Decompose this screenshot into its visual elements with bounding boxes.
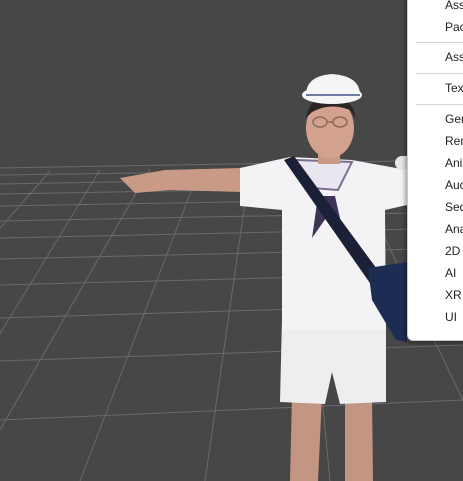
menu-item-10[interactable]: Ana	[408, 218, 463, 240]
menu-item-14[interactable]: UI	[408, 306, 463, 328]
menu-item-12[interactable]: AI	[408, 262, 463, 284]
menu-separator	[416, 42, 463, 43]
menu-scroll-handle[interactable]	[395, 156, 407, 170]
menu-item-2[interactable]: Pac	[408, 16, 463, 38]
context-menu: Ass Pac Ass Tex Ger Ren Ani Auc Seq Ana …	[407, 0, 463, 341]
menu-item-13[interactable]: XR	[408, 284, 463, 306]
menu-item-9[interactable]: Seq	[408, 196, 463, 218]
character-model[interactable]	[120, 74, 407, 481]
menu-item-1[interactable]: Ass	[408, 0, 463, 16]
menu-item-6[interactable]: Ren	[408, 130, 463, 152]
menu-item-5[interactable]: Ger	[408, 108, 463, 130]
scene-viewport[interactable]	[0, 0, 463, 481]
menu-item-3[interactable]: Ass	[408, 46, 463, 68]
menu-item-11[interactable]: 2D	[408, 240, 463, 262]
menu-separator	[416, 104, 463, 105]
menu-item-4[interactable]: Tex	[408, 77, 463, 99]
viewport-canvas	[0, 74, 463, 481]
menu-item-8[interactable]: Auc	[408, 174, 463, 196]
menu-item-7[interactable]: Ani	[408, 152, 463, 174]
menu-separator	[416, 73, 463, 74]
